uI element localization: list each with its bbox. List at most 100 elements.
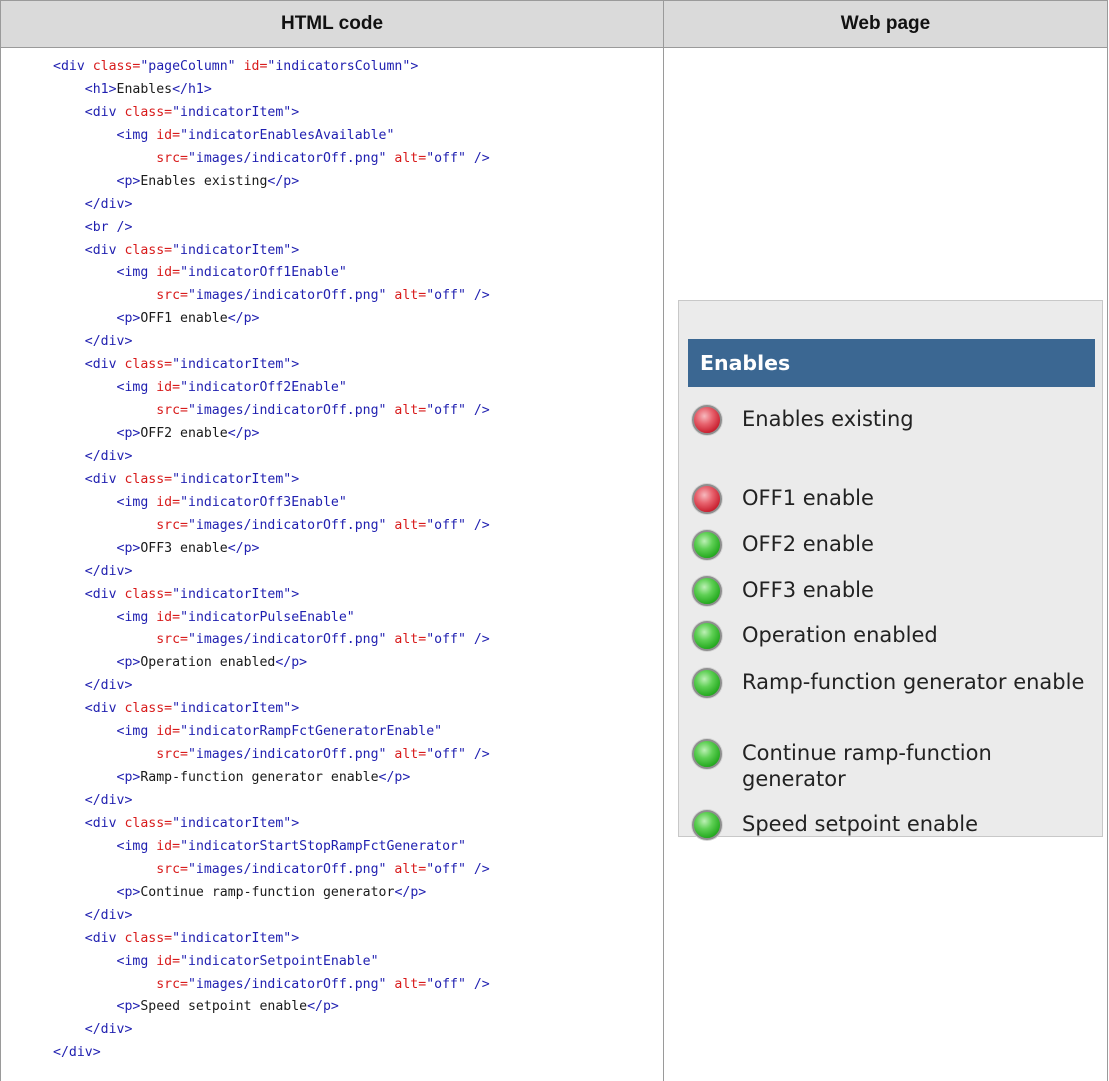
code-line: </div> bbox=[53, 1042, 490, 1065]
code-token: /> bbox=[473, 517, 490, 533]
code-token: <div bbox=[84, 104, 125, 120]
code-token: "off" bbox=[426, 632, 474, 648]
code-line: </div> bbox=[53, 194, 490, 217]
code-token: OFF1 enable bbox=[140, 311, 228, 327]
code-token: <h1> bbox=[84, 81, 117, 97]
code-token: id= bbox=[156, 953, 181, 969]
indicator-label: Enables existing bbox=[742, 407, 914, 431]
code-token: "off" bbox=[426, 747, 474, 763]
code-token: alt= bbox=[394, 747, 427, 763]
indicator-label: Operation enabled bbox=[742, 623, 938, 647]
code-token: "indicatorItem" bbox=[172, 815, 292, 831]
code-line: src="images/indicatorOff.png" alt="off" … bbox=[53, 859, 490, 882]
code-token: "indicatorEnablesAvailable" bbox=[180, 127, 395, 143]
code-token: id= bbox=[156, 838, 181, 854]
code-token: Speed setpoint enable bbox=[140, 999, 308, 1015]
code-line: <div class="indicatorItem"> bbox=[53, 813, 490, 836]
web-page-preview: Enables Enables existing OFF1 enable OFF… bbox=[678, 300, 1103, 840]
code-token: class= bbox=[124, 357, 173, 373]
code-line: src="images/indicatorOff.png" alt="off" … bbox=[53, 400, 490, 423]
code-token: /> bbox=[473, 632, 490, 648]
code-token: </div> bbox=[84, 793, 133, 808]
code-token: "images/indicatorOff.png" bbox=[187, 747, 395, 763]
code-token: id= bbox=[156, 724, 181, 740]
code-token: > bbox=[291, 930, 300, 946]
indicator-light-icon bbox=[692, 530, 722, 560]
code-token: id= bbox=[243, 59, 268, 74]
code-line: <p>OFF3 enable</p> bbox=[53, 538, 490, 561]
indicator-light-icon bbox=[692, 576, 722, 606]
code-token: </div> bbox=[84, 448, 133, 464]
code-token: class= bbox=[124, 242, 173, 258]
code-line: <div class="indicatorItem"> bbox=[53, 584, 490, 607]
code-token: "indicatorItem" bbox=[172, 242, 292, 258]
code-line: </div> bbox=[53, 905, 490, 928]
code-line: <div class="indicatorItem"> bbox=[53, 928, 490, 951]
code-token: <p> bbox=[116, 426, 141, 441]
indicator-label: Continue ramp-function generator bbox=[742, 741, 992, 791]
code-token: "off" bbox=[426, 150, 474, 166]
code-token: "indicatorSetpointEnable" bbox=[180, 953, 379, 969]
code-token: "off" bbox=[426, 976, 474, 992]
code-line: <div class="indicatorItem"> bbox=[53, 469, 490, 492]
code-token: "images/indicatorOff.png" bbox=[187, 632, 395, 648]
code-token: class= bbox=[124, 104, 173, 120]
code-token: <br /> bbox=[84, 219, 133, 235]
code-token: "pageColumn" bbox=[140, 59, 244, 74]
code-token: <div bbox=[84, 471, 125, 487]
code-line: <p>Operation enabled</p> bbox=[53, 652, 490, 675]
code-token: <p> bbox=[116, 173, 141, 189]
code-token: > bbox=[410, 59, 419, 74]
code-token: class= bbox=[124, 930, 173, 946]
code-line: </div> bbox=[53, 561, 490, 584]
code-token: <div bbox=[84, 701, 125, 717]
code-token: <img bbox=[116, 494, 157, 510]
code-line: </div> bbox=[53, 1019, 490, 1042]
code-token: > bbox=[291, 586, 300, 602]
code-token: <p> bbox=[116, 884, 141, 900]
code-token: /> bbox=[473, 288, 490, 304]
code-token: <img bbox=[116, 380, 157, 396]
code-token: class= bbox=[92, 59, 141, 74]
code-token: "indicatorItem" bbox=[172, 930, 292, 946]
code-token: </p> bbox=[307, 999, 339, 1015]
comparison-table: HTML code Web page <div class="pageColum… bbox=[0, 0, 1108, 1081]
code-token: <div bbox=[84, 815, 125, 831]
code-token: "indicatorItem" bbox=[172, 701, 292, 717]
code-token: "images/indicatorOff.png" bbox=[187, 403, 395, 419]
code-token: alt= bbox=[394, 150, 427, 166]
code-token: </div> bbox=[84, 678, 133, 694]
code-line: src="images/indicatorOff.png" alt="off" … bbox=[53, 629, 490, 652]
code-token: alt= bbox=[394, 517, 427, 533]
code-token: alt= bbox=[394, 861, 427, 877]
code-token: </p> bbox=[394, 884, 427, 900]
code-token: <div bbox=[84, 930, 125, 946]
code-line: <img id="indicatorSetpointEnable" bbox=[53, 951, 490, 974]
code-line: <br /> bbox=[53, 217, 490, 240]
code-token: /> bbox=[473, 976, 490, 992]
code-token: "images/indicatorOff.png" bbox=[187, 861, 395, 877]
code-token: <p> bbox=[116, 770, 141, 786]
code-line: <img id="indicatorOff3Enable" bbox=[53, 492, 490, 515]
code-token: Ramp-function generator enable bbox=[140, 770, 379, 786]
code-token: "off" bbox=[426, 288, 474, 304]
